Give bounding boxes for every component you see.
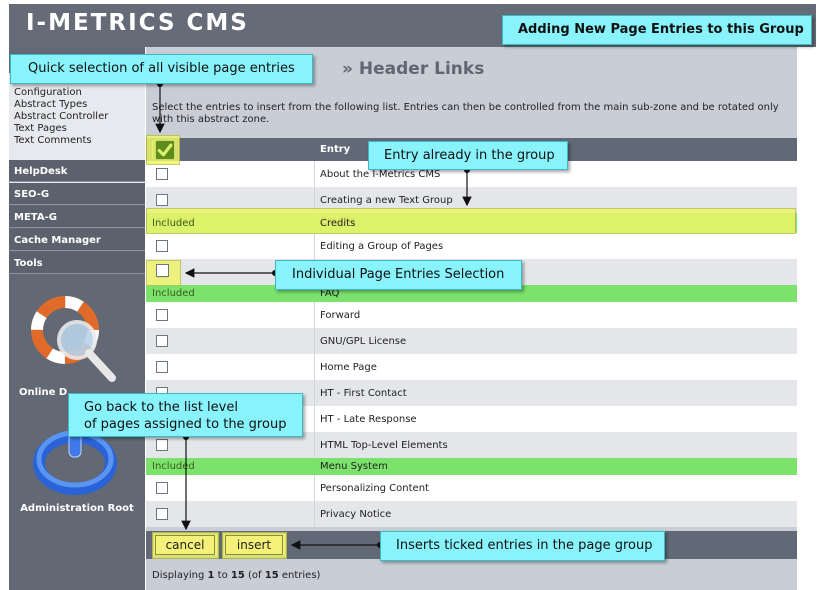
module-online-docs[interactable]: Online D bbox=[9, 287, 145, 402]
checkmark-icon bbox=[157, 143, 173, 157]
sidebar-item-seo-g[interactable]: SEO-G bbox=[9, 183, 145, 205]
row-title: Privacy Notice bbox=[320, 509, 392, 520]
row-checkbox[interactable] bbox=[156, 508, 168, 520]
row-title: Creating a new Text Group bbox=[320, 195, 453, 206]
submenu-item-text-comments[interactable]: Text Comments bbox=[14, 135, 145, 147]
callout-adding-entries: Adding New Page Entries to this Group bbox=[502, 15, 812, 45]
included-status: Included bbox=[152, 288, 195, 299]
row-title: HT - Late Response bbox=[320, 414, 417, 425]
row-checkbox[interactable] bbox=[156, 194, 168, 206]
sidebar: Abstract Zones Configuration Abstract Ty… bbox=[9, 47, 145, 590]
submenu-item-abstract-types[interactable]: Abstract Types bbox=[14, 99, 145, 111]
table-row-included: Included Menu System bbox=[146, 458, 797, 475]
row-title: GNU/GPL License bbox=[320, 336, 407, 347]
table-row: Editing a Group of Pages bbox=[146, 233, 797, 259]
submenu-item-configuration[interactable]: Configuration bbox=[14, 87, 145, 99]
submenu-item-abstract-controller[interactable]: Abstract Controller bbox=[14, 111, 145, 123]
sidebar-item-cache-manager[interactable]: Cache Manager bbox=[9, 229, 145, 251]
page-description: Select the entries to insert from the fo… bbox=[152, 102, 779, 125]
submenu-item-text-pages[interactable]: Text Pages bbox=[14, 123, 145, 135]
table-row: Forward bbox=[146, 302, 797, 328]
table-row: GNU/GPL License bbox=[146, 328, 797, 354]
row-title: HT - First Contact bbox=[320, 388, 407, 399]
table-row: Home Page bbox=[146, 354, 797, 380]
lifebuoy-magnifier-icon bbox=[31, 296, 116, 382]
individual-checkbox-overlay[interactable] bbox=[156, 264, 169, 277]
table-row: Privacy Notice bbox=[146, 501, 797, 527]
row-checkbox[interactable] bbox=[156, 439, 168, 451]
row-title: HTML Top-Level Elements bbox=[320, 440, 448, 451]
row-title: Home Page bbox=[320, 362, 377, 373]
included-status: Included bbox=[152, 461, 195, 472]
row-title: Editing a Group of Pages bbox=[320, 241, 444, 252]
insert-button-overlay[interactable]: insert bbox=[225, 535, 283, 555]
row-title: About the I-Metrics CMS bbox=[320, 169, 441, 180]
callout-individual-selection: Individual Page Entries Selection bbox=[275, 260, 522, 290]
row-checkbox[interactable] bbox=[156, 335, 168, 347]
main-panel: » Header Links Select the entries to ins… bbox=[146, 47, 797, 590]
row-checkbox[interactable] bbox=[156, 361, 168, 373]
sidebar-item-meta-g[interactable]: META-G bbox=[9, 206, 145, 228]
row-checkbox[interactable] bbox=[156, 309, 168, 321]
callout-already-in-group: Entry already in the group bbox=[368, 141, 568, 170]
row-title: Personalizing Content bbox=[320, 483, 429, 494]
callout-go-back-line2: of pages assigned to the group bbox=[84, 417, 287, 432]
highlight-included-row bbox=[146, 208, 796, 234]
module-online-docs-label: Online D bbox=[19, 387, 68, 398]
page-title: » Header Links bbox=[342, 59, 485, 79]
callout-go-back-line1: Go back to the list level bbox=[84, 400, 238, 415]
row-title: Menu System bbox=[320, 461, 388, 472]
table-row: Personalizing Content bbox=[146, 475, 797, 501]
column-header-entry[interactable]: Entry bbox=[320, 144, 350, 155]
select-all-checkbox-overlay[interactable] bbox=[155, 140, 175, 160]
sidebar-item-tools[interactable]: Tools bbox=[9, 252, 145, 274]
cancel-button-overlay[interactable]: cancel bbox=[155, 535, 215, 555]
callout-go-back: Go back to the list level of pages assig… bbox=[68, 393, 303, 437]
app-title: I-METRICS CMS bbox=[26, 10, 249, 36]
row-checkbox[interactable] bbox=[156, 482, 168, 494]
callout-quick-select: Quick selection of all visible page entr… bbox=[10, 54, 313, 84]
credits-title-overlay: Credits bbox=[320, 218, 356, 229]
included-status-overlay: Included bbox=[152, 218, 195, 229]
module-administration-root-label: Administration Root bbox=[20, 503, 134, 514]
row-checkbox[interactable] bbox=[156, 240, 168, 252]
pagination-info: Displaying 1 to 15 (of 15 entries) bbox=[152, 570, 321, 581]
callout-inserts: Inserts ticked entries in the page group bbox=[380, 531, 665, 561]
row-checkbox[interactable] bbox=[156, 168, 168, 180]
row-title: Forward bbox=[320, 310, 361, 321]
sidebar-item-helpdesk[interactable]: HelpDesk bbox=[9, 160, 145, 182]
